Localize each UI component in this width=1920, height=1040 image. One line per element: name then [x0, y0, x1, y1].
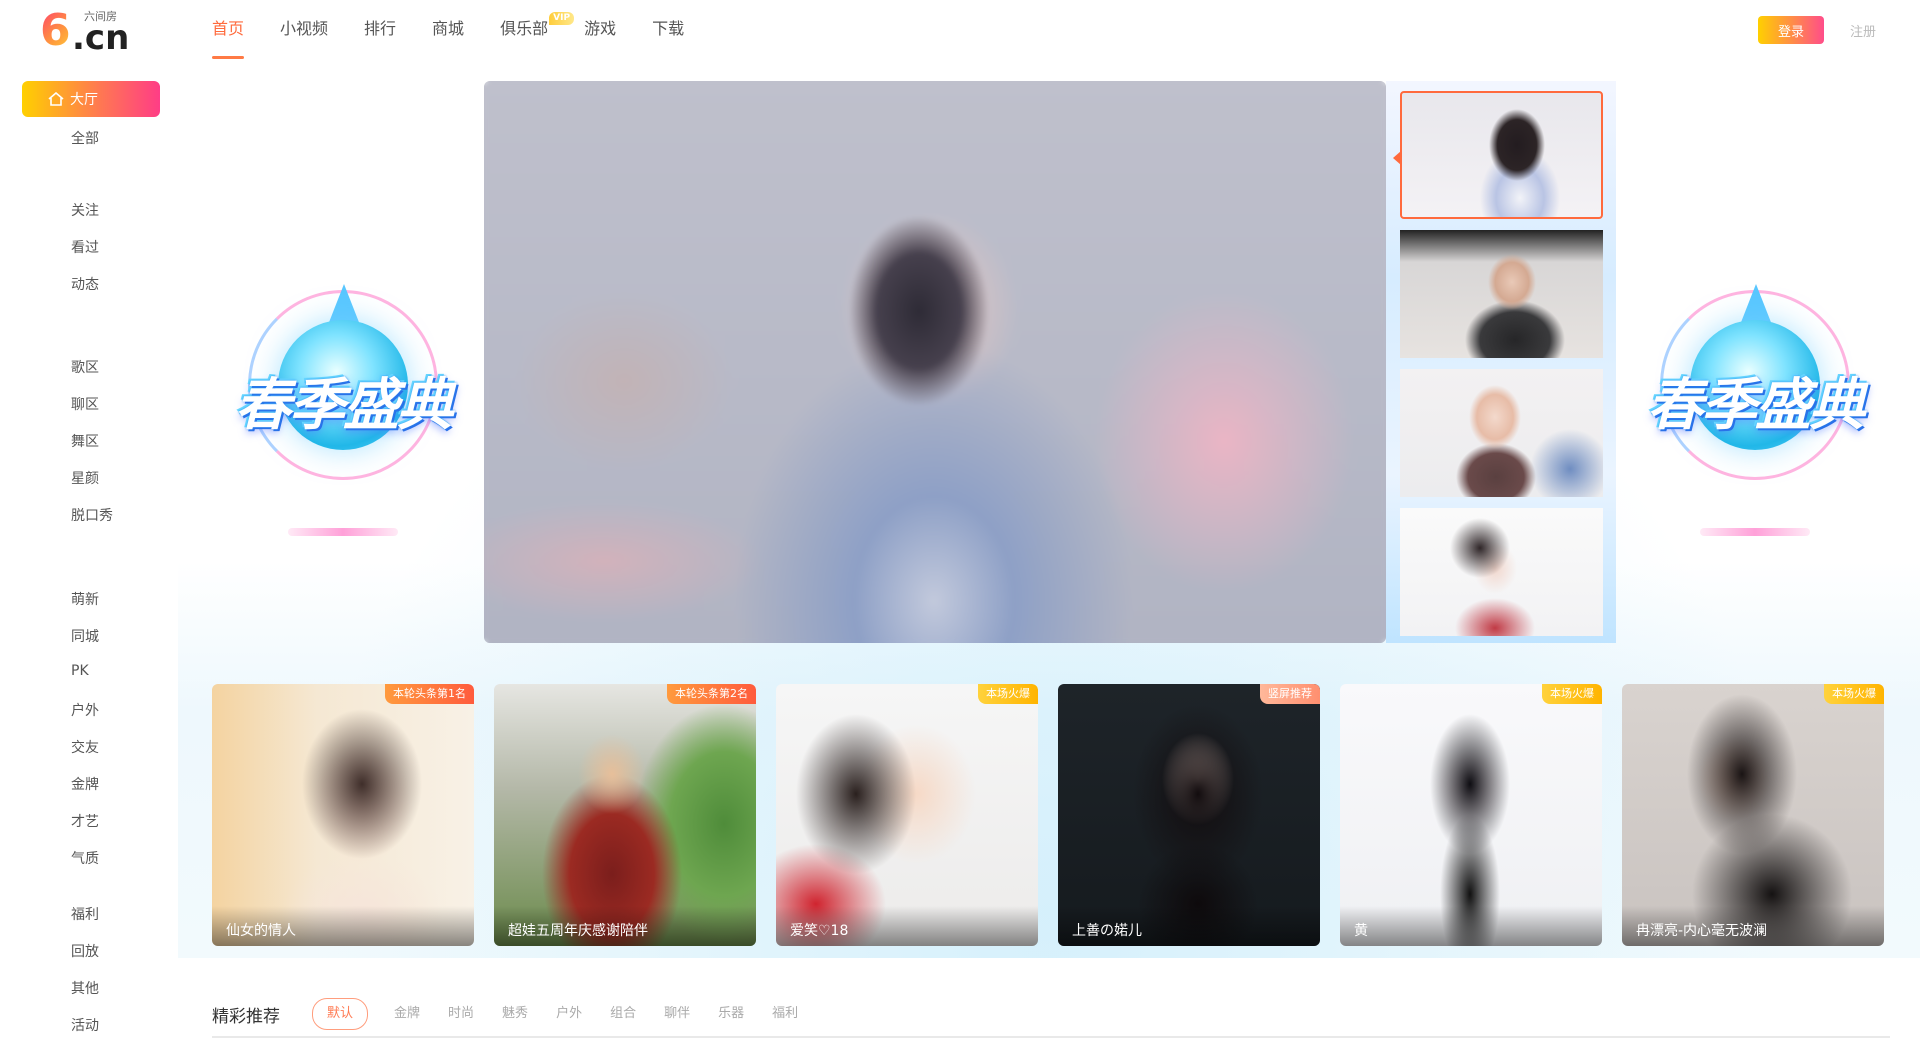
anchor-card[interactable]: 本轮头条第1名 仙女的情人: [212, 684, 474, 946]
anchor-card[interactable]: 本轮头条第2名 超娃五周年庆感谢陪伴: [494, 684, 756, 946]
sidebar-item-talkshow[interactable]: 脱口秀: [71, 505, 113, 525]
register-link[interactable]: 注册: [1850, 21, 1876, 40]
filter-tab-fashion[interactable]: 时尚: [448, 999, 474, 1029]
home-icon: [48, 92, 64, 106]
card-tag: 本场火爆: [978, 684, 1038, 704]
tab-club[interactable]: 俱乐部 VIP: [500, 12, 575, 58]
sidebar-item-other[interactable]: 其他: [71, 978, 99, 998]
banner-subtitle-bar: [1700, 528, 1810, 536]
live-thumbnail-strip: [1386, 81, 1616, 643]
banner-title: 春季盛典: [1647, 373, 1865, 438]
event-banner-right[interactable]: 春季盛典: [1620, 284, 1890, 550]
live-thumbnail[interactable]: [1400, 91, 1603, 219]
active-thumbnail-pointer: [1393, 151, 1401, 165]
sidebar-item-label: 大厅: [70, 92, 98, 108]
sidebar-item-history[interactable]: 看过: [71, 237, 99, 257]
filter-tab-companion[interactable]: 聊伴: [664, 999, 690, 1029]
sidebar-item-talent[interactable]: 才艺: [71, 811, 99, 831]
sidebar-item-outdoor[interactable]: 户外: [71, 700, 99, 720]
banner-subtitle-bar: [288, 528, 398, 536]
event-banner-left[interactable]: 春季盛典: [208, 284, 478, 550]
tab-ranking[interactable]: 排行: [364, 18, 396, 58]
anchor-name: 超娃五周年庆感谢陪伴: [494, 906, 756, 946]
sidebar-item-songs[interactable]: 歌区: [71, 357, 99, 377]
sidebar-item-hall[interactable]: 大厅: [22, 81, 160, 117]
logo-subtitle: 六间房: [84, 10, 117, 23]
tab-download[interactable]: 下载: [652, 18, 684, 58]
card-tag: 本场火爆: [1542, 684, 1602, 704]
banner-title: 春季盛典: [235, 373, 453, 438]
logo-mark: 6: [40, 5, 71, 56]
sidebar-item-events[interactable]: 活动: [71, 1015, 99, 1035]
live-thumbnail[interactable]: [1400, 230, 1603, 358]
filter-tab-group[interactable]: 组合: [610, 999, 636, 1029]
recommend-filter-tabs: 默认 金牌 时尚 魅秀 户外 组合 聊伴 乐器 福利: [312, 998, 826, 1030]
anchor-name: 冉漂亮-内心毫无波澜: [1622, 906, 1884, 946]
filter-tab-welfare[interactable]: 福利: [772, 999, 798, 1029]
filter-tab-gold[interactable]: 金牌: [394, 999, 420, 1029]
tab-home[interactable]: 首页: [212, 18, 245, 59]
top-nav: 首页 小视频 排行 商城 俱乐部 VIP 游戏 下载: [212, 12, 720, 59]
anchor-name: 爱笑♡18: [776, 906, 1038, 946]
sidebar-item-newbie[interactable]: 萌新: [71, 589, 99, 609]
sidebar-item-dance[interactable]: 舞区: [71, 431, 99, 451]
section-divider: [212, 1036, 1890, 1038]
live-thumbnail[interactable]: [1400, 369, 1603, 497]
sidebar: 6 .cn 六间房 大厅 全部 关注 看过 动态 歌区 聊区 舞区 星颜 脱口秀…: [0, 0, 178, 1040]
anchor-card[interactable]: 本场火爆 冉漂亮-内心毫无波澜: [1622, 684, 1884, 946]
sidebar-item-temperament[interactable]: 气质: [71, 848, 99, 868]
site-logo[interactable]: 6 .cn 六间房: [40, 5, 140, 59]
anchor-card[interactable]: 本场火爆 黄: [1340, 684, 1602, 946]
sidebar-item-replay[interactable]: 回放: [71, 941, 99, 961]
anchor-card[interactable]: 竖屏推荐 上善の婼儿: [1058, 684, 1320, 946]
tab-mall[interactable]: 商城: [432, 18, 464, 58]
tab-club-label: 俱乐部: [500, 19, 549, 38]
anchor-name: 上善の婼儿: [1058, 906, 1320, 946]
live-video-player[interactable]: [484, 81, 1386, 643]
sidebar-item-follow[interactable]: 关注: [71, 200, 99, 220]
filter-tab-charm[interactable]: 魅秀: [502, 999, 528, 1029]
anchor-name: 黄: [1340, 906, 1602, 946]
sidebar-item-all[interactable]: 全部: [71, 128, 99, 148]
sidebar-item-star[interactable]: 星颜: [71, 468, 99, 488]
sidebar-item-gold[interactable]: 金牌: [71, 774, 99, 794]
sidebar-item-feed[interactable]: 动态: [71, 274, 99, 294]
recommend-title: 精彩推荐: [212, 1007, 280, 1027]
card-tag: 竖屏推荐: [1260, 684, 1320, 704]
sidebar-item-dating[interactable]: 交友: [71, 737, 99, 757]
login-button[interactable]: 登录: [1758, 16, 1824, 44]
tab-short-video[interactable]: 小视频: [280, 18, 328, 58]
sidebar-item-local[interactable]: 同城: [71, 626, 99, 646]
tab-games[interactable]: 游戏: [584, 18, 616, 58]
card-tag: 本场火爆: [1824, 684, 1884, 704]
filter-tab-instrument[interactable]: 乐器: [718, 999, 744, 1029]
filter-tab-default[interactable]: 默认: [312, 998, 369, 1030]
card-tag: 本轮头条第1名: [385, 684, 474, 704]
vip-badge: VIP: [549, 12, 575, 25]
live-thumbnail[interactable]: [1400, 508, 1603, 636]
anchor-card[interactable]: 本场火爆 爱笑♡18: [776, 684, 1038, 946]
logo-domain: .cn: [72, 18, 130, 58]
sidebar-item-pk[interactable]: PK: [71, 663, 89, 679]
sidebar-item-chat[interactable]: 聊区: [71, 394, 99, 414]
filter-tab-outdoor[interactable]: 户外: [556, 999, 582, 1029]
sidebar-item-welfare[interactable]: 福利: [71, 904, 99, 924]
anchor-card-row: 本轮头条第1名 仙女的情人 本轮头条第2名 超娃五周年庆感谢陪伴 本场火爆 爱笑…: [212, 684, 1890, 946]
anchor-name: 仙女的情人: [212, 906, 474, 946]
card-tag: 本轮头条第2名: [667, 684, 756, 704]
